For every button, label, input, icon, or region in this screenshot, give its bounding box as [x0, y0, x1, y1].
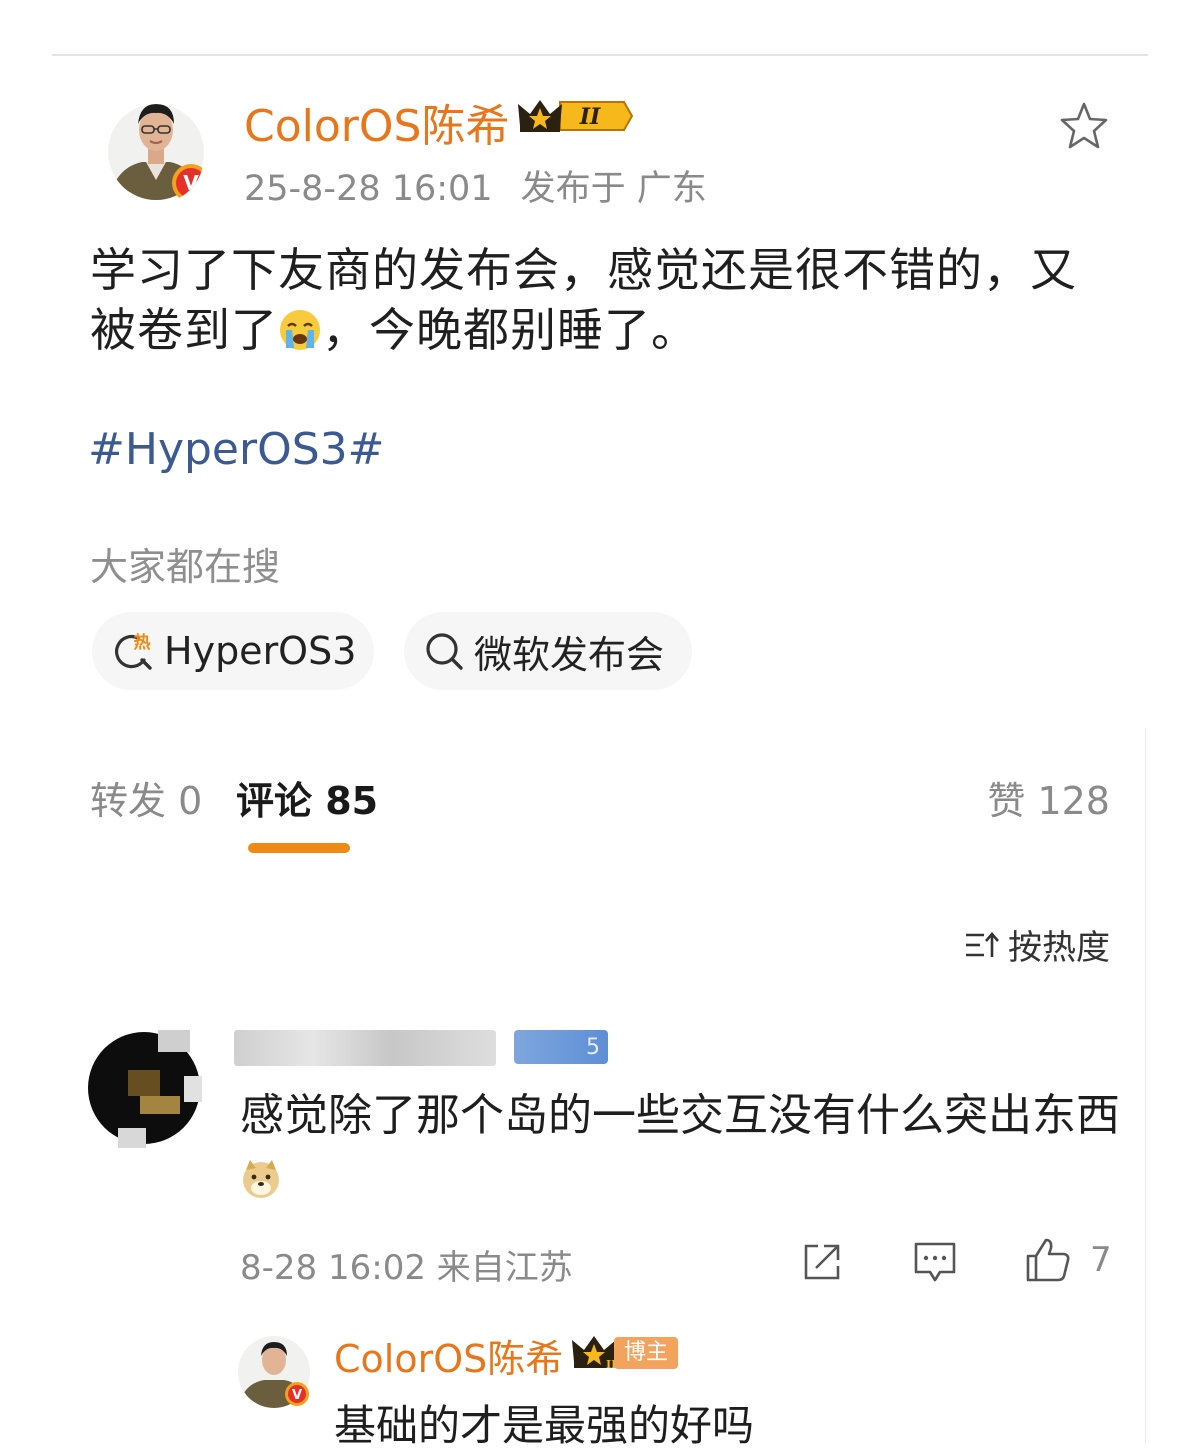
chip-label: HyperOS3 [164, 629, 357, 673]
member-crown-badge-icon[interactable]: II [516, 96, 634, 136]
page-edge-line [1145, 728, 1146, 1443]
hashtag-link[interactable]: #HyperOS3# [88, 424, 385, 475]
hot-search-icon: 热 [115, 632, 152, 670]
comment-text: 感觉除了那个岛的一些交互没有什么突出东西 [240, 1090, 1120, 1141]
tab-comments[interactable]: 评论 85 [236, 770, 378, 825]
tab-likes[interactable]: 赞 128 [987, 770, 1110, 825]
blogger-tag-badge: 博主 [614, 1337, 679, 1369]
reply-author-name[interactable]: ColorOS陈希 [334, 1328, 563, 1383]
post-text-part2: ，今晚都别睡了。 [322, 303, 698, 357]
share-icon[interactable] [800, 1240, 844, 1284]
post-body: 学习了下友商的发布会，感觉还是很不错的，又被卷到了 ，今晚都别睡了。 [90, 240, 1120, 360]
reply-author-avatar[interactable]: V [238, 1334, 310, 1410]
crown-level-text: II [579, 104, 601, 130]
trending-search-title: 大家都在搜 [90, 545, 281, 589]
comment-body: 感觉除了那个岛的一些交互没有什么突出东西 [240, 1084, 1120, 1212]
top-divider [52, 54, 1148, 56]
reply-crown-icon: II [572, 1336, 616, 1370]
search-icon [426, 633, 463, 670]
commenter-avatar[interactable] [88, 1026, 202, 1150]
sort-label: 按热度 [1008, 928, 1110, 968]
post-meta: 25-8-28 16:01 发布于 广东 [244, 160, 707, 211]
sort-button[interactable]: 按热度 [964, 920, 1110, 969]
reply-verified-mark: V [292, 1388, 302, 1403]
thumbs-up-icon[interactable] [1024, 1236, 1072, 1284]
comment-like-count: 7 [1090, 1240, 1112, 1280]
author-name[interactable]: ColorOS陈希 [244, 90, 509, 154]
author-avatar[interactable]: V [108, 94, 204, 204]
tab-repost[interactable]: 转发 0 [90, 770, 202, 825]
reply-text: 基础的才是最强的好吗 [334, 1401, 755, 1450]
crying-face-emoji-icon [280, 310, 320, 350]
commenter-badge-blurred: 5 [514, 1030, 608, 1064]
verified-badge-icon: V [172, 164, 204, 202]
comment-reply-icon[interactable] [912, 1240, 958, 1284]
hot-badge-text: 热 [134, 632, 151, 653]
star-favorite-icon[interactable] [1058, 100, 1110, 152]
comment-meta: 8-28 16:02 来自江苏 [240, 1248, 573, 1288]
post-location: 发布于 广东 [520, 169, 707, 209]
sort-icon [966, 931, 999, 957]
post-time: 25-8-28 16:01 [244, 169, 493, 209]
commenter-name-blurred[interactable] [234, 1030, 496, 1066]
search-chip-microsoft-event[interactable]: 微软发布会 [404, 612, 692, 690]
doge-emoji-icon [243, 1160, 279, 1198]
search-chip-hyperos3[interactable]: 热 HyperOS3 [92, 612, 374, 690]
chip-label: 微软发布会 [474, 632, 665, 677]
active-tab-indicator [248, 843, 350, 853]
